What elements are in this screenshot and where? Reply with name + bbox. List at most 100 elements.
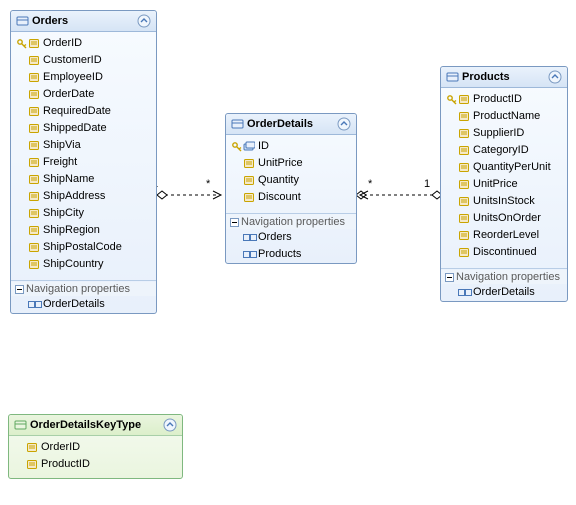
property-row[interactable]: Discount	[226, 189, 356, 206]
property-row[interactable]: OrderDate	[11, 86, 156, 103]
property-icon	[232, 175, 258, 186]
property-name: CustomerID	[43, 53, 102, 68]
multiplicity-label: *	[206, 178, 210, 190]
property-icon	[232, 158, 258, 169]
nav-property-row[interactable]: OrderDetails	[441, 284, 567, 301]
property-row[interactable]: ReorderLevel	[441, 227, 567, 244]
property-name: OrderDate	[43, 87, 94, 102]
property-icon	[447, 230, 473, 241]
entity-orderdetails[interactable]: OrderDetails IDUnitPriceQuantityDiscount…	[225, 113, 357, 264]
property-icon	[447, 213, 473, 224]
property-row[interactable]: ProductID	[9, 456, 182, 473]
property-icon	[447, 179, 473, 190]
property-icon	[17, 225, 43, 236]
multiplicity-label: 1	[424, 178, 430, 190]
nav-section-header[interactable]: Navigation properties	[11, 282, 156, 296]
entity-title: OrderDetails	[245, 118, 337, 130]
property-name: ShipCountry	[43, 257, 104, 272]
property-name: OrderID	[43, 36, 82, 51]
property-row[interactable]: CategoryID	[441, 142, 567, 159]
property-row[interactable]: ID	[226, 138, 356, 155]
property-row[interactable]: ProductID	[441, 91, 567, 108]
entity-orders[interactable]: Orders OrderIDCustomerIDEmployeeIDOrderD…	[10, 10, 157, 314]
entity-title: Orders	[30, 15, 137, 27]
property-row[interactable]: EmployeeID	[11, 69, 156, 86]
collapse-icon[interactable]	[337, 117, 351, 131]
property-name: Discount	[258, 190, 301, 205]
property-row[interactable]: QuantityPerUnit	[441, 159, 567, 176]
property-name: ShipVia	[43, 138, 81, 153]
property-row[interactable]: Quantity	[226, 172, 356, 189]
nav-section-label: Navigation properties	[454, 271, 560, 283]
nav-property-icon	[447, 287, 473, 298]
property-name: OrderID	[41, 440, 80, 455]
property-icon	[447, 128, 473, 139]
property-icon	[447, 145, 473, 156]
property-name: ProductName	[473, 109, 540, 124]
collapse-icon[interactable]	[137, 14, 151, 28]
property-name: ShipName	[43, 172, 94, 187]
property-row[interactable]: Discontinued	[441, 244, 567, 261]
property-row[interactable]: ShipVia	[11, 137, 156, 154]
property-icon	[17, 140, 43, 151]
nav-section-header[interactable]: Navigation properties	[441, 270, 567, 284]
property-row[interactable]: ProductName	[441, 108, 567, 125]
nav-property-icon	[17, 299, 43, 310]
property-icon	[17, 259, 43, 270]
property-name: ID	[258, 139, 269, 154]
property-icon	[17, 157, 43, 168]
property-name: ShipRegion	[43, 223, 100, 238]
property-name: ReorderLevel	[473, 228, 539, 243]
property-name: Discontinued	[473, 245, 537, 260]
property-row[interactable]: ShipName	[11, 171, 156, 188]
property-row[interactable]: UnitPrice	[226, 155, 356, 172]
nav-property-row[interactable]: OrderDetails	[11, 296, 156, 313]
property-row[interactable]: UnitsOnOrder	[441, 210, 567, 227]
property-icon	[17, 89, 43, 100]
property-row[interactable]: RequiredDate	[11, 103, 156, 120]
key-property-icon	[232, 141, 258, 152]
property-row[interactable]: ShipPostalCode	[11, 239, 156, 256]
property-row[interactable]: ShipCountry	[11, 256, 156, 273]
property-row[interactable]: CustomerID	[11, 52, 156, 69]
property-row[interactable]: ShipRegion	[11, 222, 156, 239]
key-property-icon	[447, 94, 473, 105]
property-row[interactable]: ShipAddress	[11, 188, 156, 205]
minus-icon	[445, 273, 454, 282]
property-row[interactable]: ShipCity	[11, 205, 156, 222]
collapse-icon[interactable]	[548, 70, 562, 84]
property-icon	[17, 208, 43, 219]
entity-header[interactable]: OrderDetailsKeyType	[9, 415, 182, 436]
entity-header[interactable]: OrderDetails	[226, 114, 356, 135]
entity-title: Products	[460, 71, 548, 83]
nav-property-row[interactable]: Products	[226, 246, 356, 263]
property-row[interactable]: OrderID	[11, 35, 156, 52]
property-row[interactable]: UnitsInStock	[441, 193, 567, 210]
entity-body: IDUnitPriceQuantityDiscount	[226, 135, 356, 211]
property-icon	[447, 196, 473, 207]
property-row[interactable]: OrderID	[9, 439, 182, 456]
nav-property-row[interactable]: Orders	[226, 229, 356, 246]
collapse-icon[interactable]	[163, 418, 177, 432]
entity-header[interactable]: Orders	[11, 11, 156, 32]
nav-section-label: Navigation properties	[239, 216, 345, 228]
nav-section: Navigation properties OrdersProducts	[226, 213, 356, 263]
property-name: QuantityPerUnit	[473, 160, 551, 175]
property-name: ShipAddress	[43, 189, 105, 204]
minus-icon	[230, 218, 239, 227]
nav-property-icon	[232, 249, 258, 260]
multiplicity-label: *	[368, 178, 372, 190]
property-name: RequiredDate	[43, 104, 111, 119]
entity-orderdetailskeytype[interactable]: OrderDetailsKeyType OrderIDProductID	[8, 414, 183, 479]
property-row[interactable]: SupplierID	[441, 125, 567, 142]
property-icon	[447, 162, 473, 173]
property-row[interactable]: ShippedDate	[11, 120, 156, 137]
property-row[interactable]: Freight	[11, 154, 156, 171]
property-name: UnitPrice	[473, 177, 518, 192]
entity-products[interactable]: Products ProductID ProductNameSupplierIDC…	[440, 66, 568, 302]
entity-header[interactable]: Products	[441, 67, 567, 88]
property-name: ProductID	[473, 92, 522, 107]
property-icon	[15, 459, 41, 470]
property-row[interactable]: UnitPrice	[441, 176, 567, 193]
nav-section-header[interactable]: Navigation properties	[226, 215, 356, 229]
